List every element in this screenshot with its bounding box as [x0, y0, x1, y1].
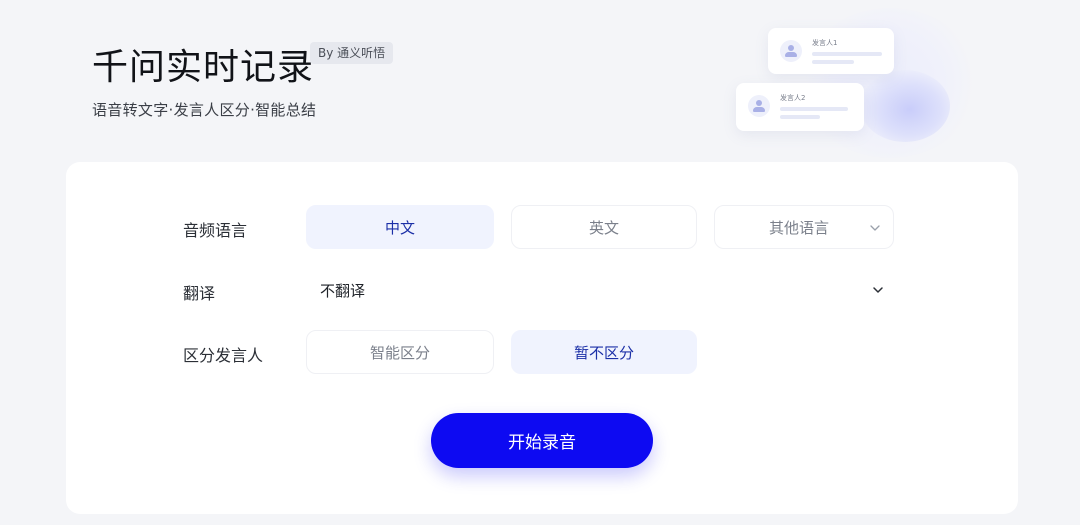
start-recording-button[interactable]: 开始录音 — [431, 413, 653, 468]
translation-select[interactable]: 不翻译 — [306, 268, 894, 312]
by-badge: By 通义听悟 — [310, 42, 394, 64]
user-avatar-icon — [780, 40, 802, 62]
translation-value: 不翻译 — [320, 281, 366, 300]
speaker-card-1: 发言人1 — [768, 28, 894, 74]
text-line-placeholder — [812, 52, 882, 56]
user-avatar-icon — [748, 95, 770, 117]
text-line-placeholder — [780, 107, 848, 111]
header-illustration: 发言人1 发言人2 — [720, 0, 1000, 165]
language-option-chinese[interactable]: 中文 — [306, 205, 494, 249]
page-title: 千问实时记录 — [92, 47, 315, 88]
translation-label: 翻译 — [183, 284, 216, 303]
text-line-placeholder — [780, 115, 820, 119]
language-option-other-label: 其他语言 — [768, 218, 829, 237]
speaker-option-smart[interactable]: 智能区分 — [306, 330, 494, 374]
audio-language-label: 音频语言 — [183, 221, 248, 240]
speaker-label-2: 发言人2 — [780, 94, 806, 102]
speaker-separation-label: 区分发言人 — [183, 346, 264, 365]
chevron-down-icon — [870, 225, 880, 231]
language-option-other[interactable]: 其他语言 — [714, 205, 894, 249]
speaker-label-1: 发言人1 — [812, 39, 838, 47]
text-line-placeholder — [812, 60, 854, 64]
language-option-english[interactable]: 英文 — [511, 205, 697, 249]
settings-panel: 音频语言 中文 英文 其他语言 翻译 不翻译 区分发言人 智能区分 暂不区分 开… — [66, 162, 1018, 514]
page-subtitle: 语音转文字·发言人区分·智能总结 — [92, 101, 317, 119]
speaker-option-none[interactable]: 暂不区分 — [511, 330, 697, 374]
page: 千问实时记录 By 通义听悟 语音转文字·发言人区分·智能总结 发言人1 发言人… — [0, 0, 1080, 525]
speaker-card-2: 发言人2 — [736, 83, 864, 131]
chevron-down-icon — [873, 287, 883, 293]
voice-wave-graphic — [860, 70, 950, 142]
